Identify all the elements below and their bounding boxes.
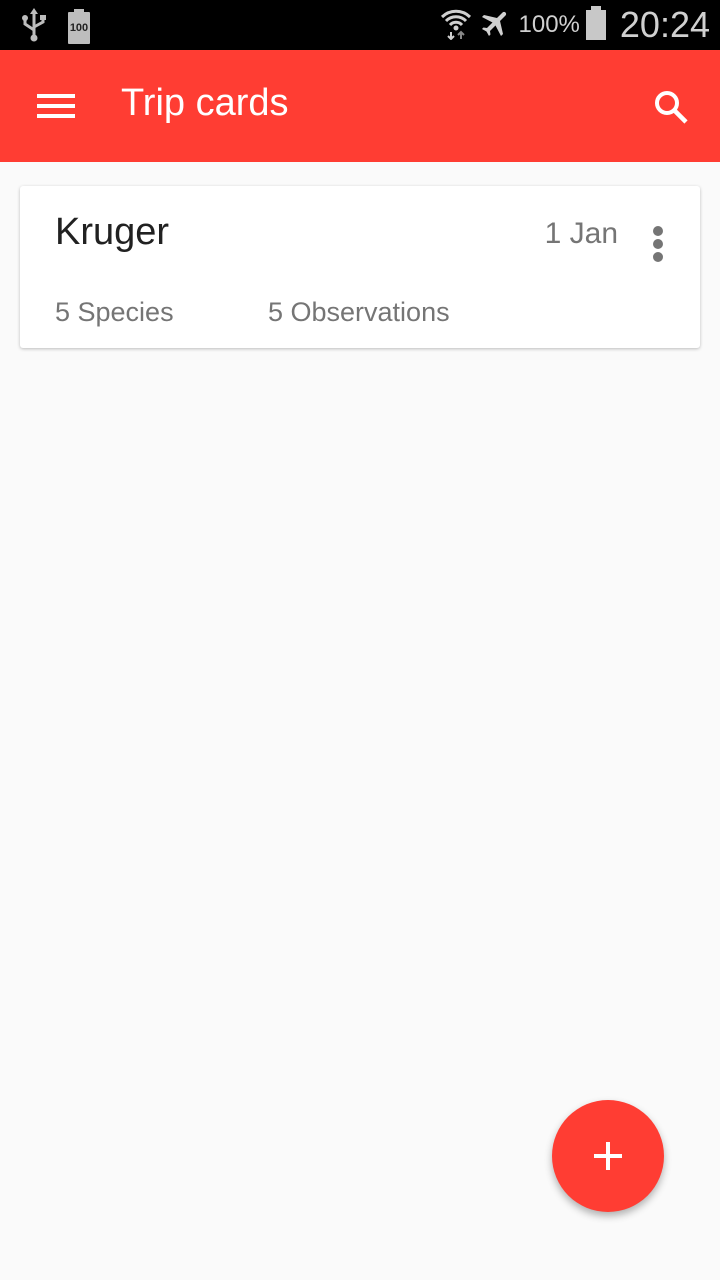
usb-icon bbox=[20, 8, 48, 47]
clock: 20:24 bbox=[619, 4, 710, 45]
trip-name: Kruger bbox=[55, 211, 170, 253]
battery-100-icon: 100 bbox=[68, 8, 90, 44]
wifi-icon bbox=[439, 6, 473, 45]
app-bar: Trip cards bbox=[0, 50, 720, 162]
battery-percent: 100% bbox=[518, 11, 580, 38]
page-title: Trip cards bbox=[121, 82, 289, 124]
battery-icon bbox=[585, 6, 606, 40]
observations-count: 5 Observations bbox=[268, 297, 450, 327]
more-options-icon[interactable] bbox=[644, 222, 672, 266]
status-bar: 100 100% 20:24 bbox=[0, 0, 720, 50]
trip-date: 1 Jan bbox=[544, 217, 618, 250]
airplane-mode-icon bbox=[479, 6, 513, 45]
add-trip-button[interactable] bbox=[552, 1100, 664, 1212]
search-icon[interactable] bbox=[644, 80, 698, 134]
trip-card[interactable]: Kruger 1 Jan 5 Species 5 Observations bbox=[20, 186, 700, 348]
species-count: 5 Species bbox=[55, 297, 174, 327]
hamburger-menu-icon[interactable] bbox=[28, 86, 84, 126]
